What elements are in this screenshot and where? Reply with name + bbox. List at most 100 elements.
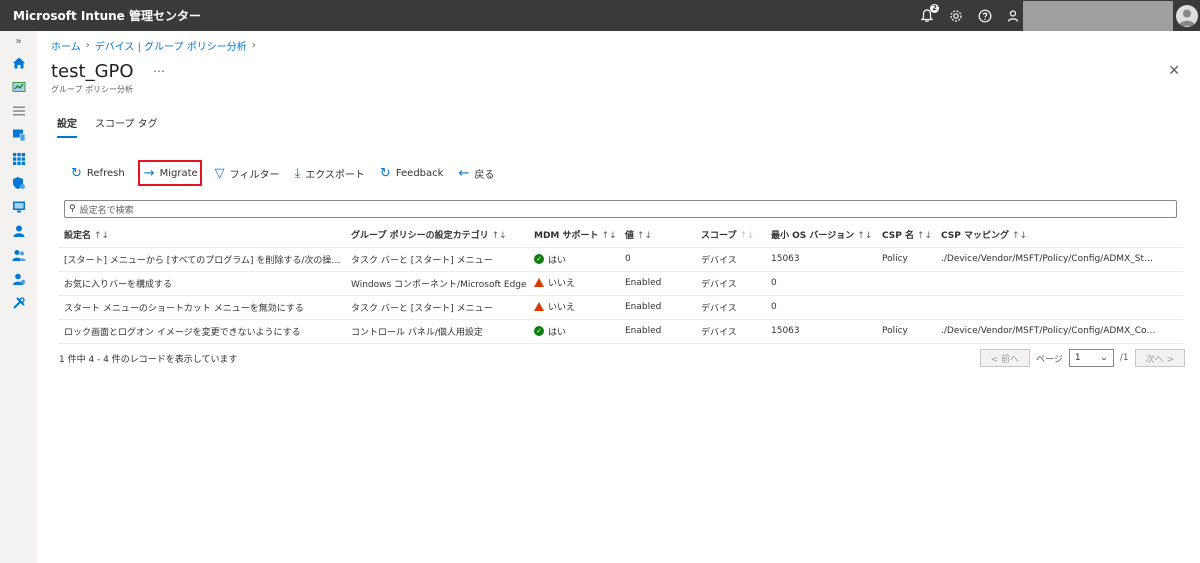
cell-csp-mapping	[935, 295, 1183, 320]
avatar[interactable]	[1176, 4, 1198, 27]
pagination: < 前へ ページ 1 ⌄ /1 次へ >	[979, 349, 1185, 367]
cell-value: Enabled	[619, 295, 695, 320]
search-icon: ⚲	[69, 204, 76, 214]
cell-mdm-support: いいえ	[528, 295, 619, 320]
account-info[interactable]	[1023, 0, 1173, 31]
filter-button[interactable]: ▽ フィルター	[213, 162, 282, 184]
cell-csp-mapping: ./Device/Vendor/MSFT/Policy/Config/ADMX_…	[935, 247, 1183, 272]
cell-csp-mapping: ./Device/Vendor/MSFT/Policy/Config/ADMX_…	[935, 319, 1183, 344]
cell-category: コントロール パネル/個人用設定	[345, 319, 528, 344]
cell-setting-name[interactable]: ロック画面とログオン イメージを変更できないようにする	[58, 319, 345, 344]
users-icon[interactable]	[0, 219, 37, 243]
column-header-scope[interactable]: スコープ ↑↓	[695, 223, 765, 248]
apps-icon[interactable]	[0, 147, 37, 171]
feedback-label: Feedback	[395, 167, 444, 179]
table-row[interactable]: ロック画面とログオン イメージを変更できないようにする コントロール パネル/個…	[58, 319, 1183, 344]
cell-csp-mapping	[935, 271, 1183, 296]
sort-icon: ↑↓	[601, 231, 617, 242]
breadcrumb-devices[interactable]: デバイス | グループ ポリシー分析	[95, 38, 247, 53]
back-button[interactable]: ← 戻る	[456, 162, 496, 184]
help-icon[interactable]	[978, 9, 992, 23]
endpoint-security-icon[interactable]	[0, 171, 37, 195]
breadcrumb-home[interactable]: ホーム	[51, 38, 81, 53]
troubleshooting-icon[interactable]	[0, 291, 37, 315]
table-row[interactable]: お気に入りバーを構成する Windows コンポーネント/Microsoft E…	[58, 271, 1183, 296]
cell-value: 0	[619, 247, 695, 272]
back-label: 戻る	[474, 169, 495, 181]
column-header-setting-name[interactable]: 設定名 ↑↓	[58, 223, 345, 248]
column-header-mdm-support[interactable]: MDM サポート ↑↓	[528, 223, 619, 248]
warning-icon	[534, 278, 544, 287]
cell-setting-name[interactable]: お気に入りバーを構成する	[58, 271, 345, 296]
more-options-icon[interactable]: …	[153, 61, 165, 75]
chevron-right-icon: ›	[85, 40, 90, 51]
tab-settings[interactable]: 設定	[57, 115, 77, 138]
arrow-right-icon: →	[143, 165, 155, 181]
cell-csp-name	[876, 271, 935, 296]
cell-value: Enabled	[619, 271, 695, 296]
table-row[interactable]: [スタート] メニューから [すべてのプログラム] を削除する/次の操作から… …	[58, 247, 1183, 272]
feedback-person-icon[interactable]	[1007, 9, 1021, 23]
top-bar: Microsoft Intune 管理センター 2	[0, 0, 1200, 31]
dashboard-icon[interactable]	[0, 75, 37, 99]
tab-scope-tags[interactable]: スコープ タグ	[95, 115, 158, 138]
cell-min-os: 0	[765, 271, 876, 296]
prev-page-button[interactable]: < 前へ	[979, 349, 1030, 367]
settings-icon[interactable]	[949, 9, 963, 23]
record-count: 1 件中 4 - 4 件のレコードを表示しています	[59, 355, 238, 365]
chevron-right-icon: ›	[251, 40, 256, 51]
next-page-button[interactable]: 次へ >	[1134, 349, 1185, 367]
migrate-label: Migrate	[159, 167, 198, 179]
feedback-button[interactable]: ↻ Feedback	[378, 162, 446, 184]
cell-category: タスク バーと [スタート] メニュー	[345, 295, 528, 320]
check-circle-icon: ✓	[534, 326, 544, 336]
notifications-icon[interactable]: 2	[920, 3, 939, 23]
left-sidebar: »	[0, 31, 37, 563]
page-title: test_GPO	[51, 61, 134, 82]
download-icon: ⤓	[294, 165, 301, 181]
cell-scope: デバイス	[695, 295, 765, 320]
command-bar: ↻ Refresh → Migrate ▽ フィルター ⤓ エクスポート ↻ F…	[69, 160, 496, 186]
feedback-icon: ↻	[379, 165, 391, 181]
cell-mdm-support: ✓ はい	[528, 247, 619, 272]
refresh-label: Refresh	[86, 167, 125, 179]
breadcrumb: ホーム › デバイス | グループ ポリシー分析 ›	[51, 38, 256, 53]
refresh-icon: ↻	[71, 165, 82, 181]
cell-value: Enabled	[619, 319, 695, 344]
cell-mdm-support: いいえ	[528, 271, 619, 296]
tenant-admin-icon[interactable]	[0, 267, 37, 291]
cell-scope: デバイス	[695, 247, 765, 272]
sort-icon: ↑↓	[916, 231, 933, 242]
table-row[interactable]: スタート メニューのショートカット メニューを無効にする タスク バーと [スタ…	[58, 295, 1183, 320]
sort-icon: ↑↓	[739, 231, 755, 242]
all-services-icon[interactable]	[0, 99, 37, 123]
page-label: ページ	[1036, 354, 1063, 365]
devices-icon[interactable]	[0, 123, 37, 147]
migrate-button[interactable]: → Migrate	[137, 160, 202, 186]
top-bar-icons: 2	[920, 0, 1200, 31]
column-header-csp-name[interactable]: CSP 名 ↑↓	[876, 223, 935, 248]
reports-icon[interactable]	[0, 195, 37, 219]
cell-setting-name[interactable]: [スタート] メニューから [すべてのプログラム] を削除する/次の操作から…	[58, 247, 345, 272]
sort-icon: ↑↓	[1011, 231, 1028, 242]
column-header-category[interactable]: グループ ポリシーの設定カテゴリ ↑↓	[345, 223, 528, 248]
column-header-value[interactable]: 値 ↑↓	[619, 223, 695, 248]
refresh-button[interactable]: ↻ Refresh	[69, 162, 127, 184]
expand-sidebar-icon[interactable]: »	[0, 31, 37, 51]
cell-setting-name[interactable]: スタート メニューのショートカット メニューを無効にする	[58, 295, 345, 320]
check-circle-icon: ✓	[534, 254, 544, 264]
column-header-csp-mapping[interactable]: CSP マッピング ↑↓	[935, 223, 1183, 248]
column-header-min-os[interactable]: 最小 OS バージョン ↑↓	[765, 223, 876, 248]
app-title[interactable]: Microsoft Intune 管理センター	[13, 7, 201, 24]
main-content: ホーム › デバイス | グループ ポリシー分析 › test_GPO … グル…	[37, 31, 1200, 563]
table-header-row: 設定名 ↑↓ グループ ポリシーの設定カテゴリ ↑↓ MDM サポート ↑↓ 値 ↑↓ …	[58, 223, 1183, 248]
search-input[interactable]: ⚲ 設定名で検索	[64, 200, 1177, 218]
home-icon[interactable]	[0, 51, 37, 75]
sort-icon: ↑↓	[491, 231, 507, 242]
export-button[interactable]: ⤓ エクスポート	[292, 162, 366, 184]
filter-label: フィルター	[229, 169, 280, 181]
page-select[interactable]: 1 ⌄	[1068, 349, 1114, 367]
close-icon[interactable]: ✕	[1168, 63, 1180, 79]
chevron-down-icon: ⌄	[1100, 353, 1108, 363]
groups-icon[interactable]	[0, 243, 37, 267]
